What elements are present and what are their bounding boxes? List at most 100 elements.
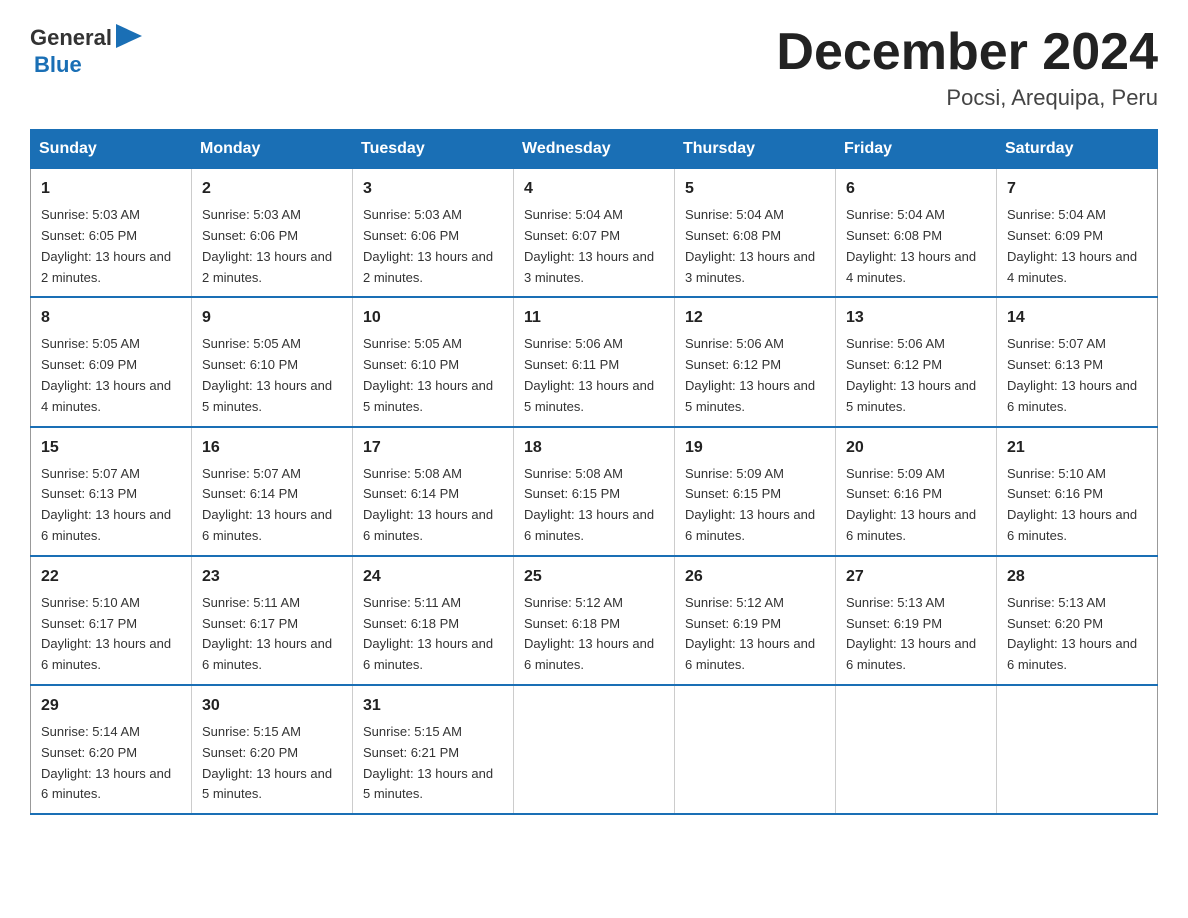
logo-text-general: General — [30, 25, 112, 51]
day-number: 27 — [846, 565, 986, 589]
day-number: 1 — [41, 177, 181, 201]
calendar-cell: 29 Sunrise: 5:14 AMSunset: 6:20 PMDayligh… — [31, 685, 192, 814]
calendar-cell: 15 Sunrise: 5:07 AMSunset: 6:13 PMDayligh… — [31, 427, 192, 556]
calendar-cell: 16Sunrise: 5:07 AMSunset: 6:14 PMDayligh… — [192, 427, 353, 556]
calendar-cell: 7 Sunrise: 5:04 AMSunset: 6:09 PMDaylight… — [997, 169, 1158, 298]
day-number: 8 — [41, 306, 181, 330]
day-number: 24 — [363, 565, 503, 589]
calendar-cell: 20Sunrise: 5:09 AMSunset: 6:16 PMDayligh… — [836, 427, 997, 556]
calendar-cell: 8 Sunrise: 5:05 AMSunset: 6:09 PMDaylight… — [31, 297, 192, 426]
calendar-cell: 11 Sunrise: 5:06 AMSunset: 6:11 PMDayligh… — [514, 297, 675, 426]
day-info: Sunrise: 5:11 AMSunset: 6:18 PMDaylight:… — [363, 595, 493, 672]
day-number: 6 — [846, 177, 986, 201]
day-number: 2 — [202, 177, 342, 201]
day-number: 22 — [41, 565, 181, 589]
day-number: 31 — [363, 694, 503, 718]
calendar-cell: 14Sunrise: 5:07 AMSunset: 6:13 PMDayligh… — [997, 297, 1158, 426]
day-info: Sunrise: 5:07 AMSunset: 6:13 PMDaylight:… — [41, 466, 171, 543]
calendar-cell: 24 Sunrise: 5:11 AMSunset: 6:18 PMDayligh… — [353, 556, 514, 685]
day-number: 26 — [685, 565, 825, 589]
day-info: Sunrise: 5:09 AMSunset: 6:15 PMDaylight:… — [685, 466, 815, 543]
day-info: Sunrise: 5:05 AMSunset: 6:10 PMDaylight:… — [363, 336, 493, 413]
day-header-tuesday: Tuesday — [353, 130, 514, 169]
day-number: 25 — [524, 565, 664, 589]
day-info: Sunrise: 5:03 AMSunset: 6:05 PMDaylight:… — [41, 207, 171, 284]
day-info: Sunrise: 5:03 AMSunset: 6:06 PMDaylight:… — [202, 207, 332, 284]
day-number: 29 — [41, 694, 181, 718]
calendar-cell: 2 Sunrise: 5:03 AMSunset: 6:06 PMDaylight… — [192, 169, 353, 298]
day-info: Sunrise: 5:13 AMSunset: 6:19 PMDaylight:… — [846, 595, 976, 672]
calendar-week-row: 29 Sunrise: 5:14 AMSunset: 6:20 PMDayligh… — [31, 685, 1158, 814]
day-info: Sunrise: 5:07 AMSunset: 6:13 PMDaylight:… — [1007, 336, 1137, 413]
calendar-cell: 10 Sunrise: 5:05 AMSunset: 6:10 PMDayligh… — [353, 297, 514, 426]
calendar-cell: 26 Sunrise: 5:12 AMSunset: 6:19 PMDayligh… — [675, 556, 836, 685]
calendar-cell: 3 Sunrise: 5:03 AMSunset: 6:06 PMDaylight… — [353, 169, 514, 298]
calendar-cell: 31 Sunrise: 5:15 AMSunset: 6:21 PMDayligh… — [353, 685, 514, 814]
day-number: 30 — [202, 694, 342, 718]
calendar-cell: 22 Sunrise: 5:10 AMSunset: 6:17 PMDayligh… — [31, 556, 192, 685]
logo-text-blue: Blue — [34, 52, 82, 77]
calendar-cell: 21 Sunrise: 5:10 AMSunset: 6:16 PMDayligh… — [997, 427, 1158, 556]
calendar-cell — [514, 685, 675, 814]
day-info: Sunrise: 5:15 AMSunset: 6:21 PMDaylight:… — [363, 724, 493, 801]
calendar-cell: 6 Sunrise: 5:04 AMSunset: 6:08 PMDaylight… — [836, 169, 997, 298]
day-info: Sunrise: 5:09 AMSunset: 6:16 PMDaylight:… — [846, 466, 976, 543]
day-info: Sunrise: 5:08 AMSunset: 6:15 PMDaylight:… — [524, 466, 654, 543]
day-number: 16 — [202, 436, 342, 460]
day-number: 10 — [363, 306, 503, 330]
day-info: Sunrise: 5:06 AMSunset: 6:11 PMDaylight:… — [524, 336, 654, 413]
calendar-cell: 25 Sunrise: 5:12 AMSunset: 6:18 PMDayligh… — [514, 556, 675, 685]
day-info: Sunrise: 5:04 AMSunset: 6:09 PMDaylight:… — [1007, 207, 1137, 284]
calendar-cell: 13Sunrise: 5:06 AMSunset: 6:12 PMDayligh… — [836, 297, 997, 426]
day-info: Sunrise: 5:05 AMSunset: 6:09 PMDaylight:… — [41, 336, 171, 413]
calendar-cell: 9 Sunrise: 5:05 AMSunset: 6:10 PMDaylight… — [192, 297, 353, 426]
day-info: Sunrise: 5:06 AMSunset: 6:12 PMDaylight:… — [685, 336, 815, 413]
day-header-monday: Monday — [192, 130, 353, 169]
calendar-cell: 17Sunrise: 5:08 AMSunset: 6:14 PMDayligh… — [353, 427, 514, 556]
day-info: Sunrise: 5:05 AMSunset: 6:10 PMDaylight:… — [202, 336, 332, 413]
day-info: Sunrise: 5:12 AMSunset: 6:18 PMDaylight:… — [524, 595, 654, 672]
day-number: 11 — [524, 306, 664, 330]
logo: General Blue — [30, 24, 144, 78]
day-info: Sunrise: 5:10 AMSunset: 6:16 PMDaylight:… — [1007, 466, 1137, 543]
calendar-cell: 18 Sunrise: 5:08 AMSunset: 6:15 PMDayligh… — [514, 427, 675, 556]
day-info: Sunrise: 5:04 AMSunset: 6:08 PMDaylight:… — [846, 207, 976, 284]
calendar-week-row: 8 Sunrise: 5:05 AMSunset: 6:09 PMDaylight… — [31, 297, 1158, 426]
day-info: Sunrise: 5:11 AMSunset: 6:17 PMDaylight:… — [202, 595, 332, 672]
day-header-thursday: Thursday — [675, 130, 836, 169]
calendar-cell: 5Sunrise: 5:04 AMSunset: 6:08 PMDaylight… — [675, 169, 836, 298]
calendar-cell: 12Sunrise: 5:06 AMSunset: 6:12 PMDayligh… — [675, 297, 836, 426]
day-info: Sunrise: 5:13 AMSunset: 6:20 PMDaylight:… — [1007, 595, 1137, 672]
calendar-cell — [675, 685, 836, 814]
calendar-cell: 23 Sunrise: 5:11 AMSunset: 6:17 PMDayligh… — [192, 556, 353, 685]
calendar-cell: 27 Sunrise: 5:13 AMSunset: 6:19 PMDayligh… — [836, 556, 997, 685]
calendar-cell: 30 Sunrise: 5:15 AMSunset: 6:20 PMDayligh… — [192, 685, 353, 814]
day-header-saturday: Saturday — [997, 130, 1158, 169]
day-number: 3 — [363, 177, 503, 201]
day-info: Sunrise: 5:12 AMSunset: 6:19 PMDaylight:… — [685, 595, 815, 672]
day-number: 15 — [41, 436, 181, 460]
day-info: Sunrise: 5:03 AMSunset: 6:06 PMDaylight:… — [363, 207, 493, 284]
day-number: 28 — [1007, 565, 1147, 589]
day-number: 13 — [846, 306, 986, 330]
calendar-week-row: 15 Sunrise: 5:07 AMSunset: 6:13 PMDayligh… — [31, 427, 1158, 556]
day-number: 7 — [1007, 177, 1147, 201]
day-header-friday: Friday — [836, 130, 997, 169]
day-number: 17 — [363, 436, 503, 460]
calendar-cell: 19Sunrise: 5:09 AMSunset: 6:15 PMDayligh… — [675, 427, 836, 556]
day-number: 18 — [524, 436, 664, 460]
day-info: Sunrise: 5:10 AMSunset: 6:17 PMDaylight:… — [41, 595, 171, 672]
calendar-week-row: 1 Sunrise: 5:03 AMSunset: 6:05 PMDaylight… — [31, 169, 1158, 298]
day-number: 5 — [685, 177, 825, 201]
day-info: Sunrise: 5:04 AMSunset: 6:07 PMDaylight:… — [524, 207, 654, 284]
day-number: 21 — [1007, 436, 1147, 460]
calendar-cell — [836, 685, 997, 814]
day-number: 23 — [202, 565, 342, 589]
day-info: Sunrise: 5:15 AMSunset: 6:20 PMDaylight:… — [202, 724, 332, 801]
location-title: Pocsi, Arequipa, Peru — [776, 85, 1158, 111]
title-area: December 2024 Pocsi, Arequipa, Peru — [776, 24, 1158, 111]
day-number: 4 — [524, 177, 664, 201]
calendar-cell: 1 Sunrise: 5:03 AMSunset: 6:05 PMDaylight… — [31, 169, 192, 298]
day-number: 9 — [202, 306, 342, 330]
day-info: Sunrise: 5:14 AMSunset: 6:20 PMDaylight:… — [41, 724, 171, 801]
